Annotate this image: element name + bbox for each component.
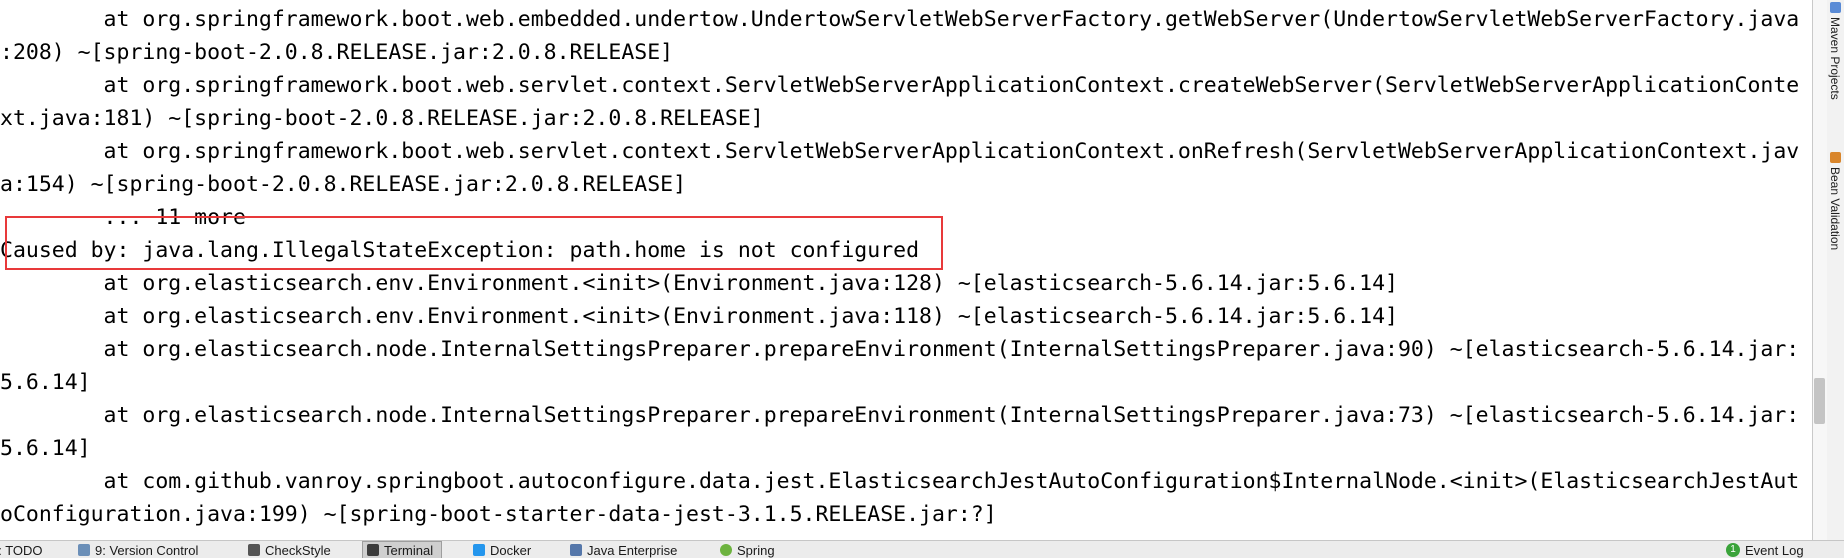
log-line: at org.springframework.boot.web.servlet.…	[0, 139, 1800, 164]
bottom-tool-window-bar: 6: TODO 9: Version Control CheckStyle Te…	[0, 540, 1844, 558]
log-lines: at org.springframework.boot.web.embedded…	[0, 3, 1799, 531]
maven-projects-tab[interactable]: Maven Projects	[1826, 2, 1844, 100]
terminal-label: Terminal	[384, 542, 434, 558]
todo-tab[interactable]: 6: TODO	[0, 541, 43, 558]
spring-tab[interactable]: Spring	[720, 541, 775, 558]
log-line: at com.github.vanroy.springboot.autoconf…	[0, 469, 1800, 494]
docker-label: Docker	[490, 542, 532, 558]
docker-icon	[473, 544, 485, 556]
event-log-label: Event Log	[1745, 542, 1804, 558]
log-line: at org.springframework.boot.web.embedded…	[0, 7, 1800, 32]
log-line: at org.elasticsearch.node.InternalSettin…	[0, 403, 1800, 428]
java-enterprise-tab[interactable]: Java Enterprise	[570, 541, 677, 558]
console-output[interactable]: at org.springframework.boot.web.embedded…	[0, 0, 1812, 540]
todo-label: 6: TODO	[0, 542, 43, 558]
event-log-badge: 1	[1726, 543, 1740, 557]
version-control-icon	[78, 544, 90, 556]
log-line: a:154) ~[spring-boot-2.0.8.RELEASE.jar:2…	[0, 172, 687, 197]
log-line: oConfiguration.java:199) ~[spring-boot-s…	[0, 502, 997, 527]
bean-validation-tab[interactable]: Bean Validation	[1826, 152, 1844, 250]
log-line: at org.elasticsearch.env.Environment.<in…	[0, 271, 1398, 296]
checkstyle-label: CheckStyle	[265, 542, 331, 558]
maven-projects-label: Maven Projects	[1828, 17, 1842, 100]
log-line: :208) ~[spring-boot-2.0.8.RELEASE.jar:2.…	[0, 40, 674, 65]
spring-icon	[720, 544, 732, 556]
terminal-icon	[367, 544, 379, 556]
log-line: at org.elasticsearch.node.InternalSettin…	[0, 337, 1800, 362]
bean-validation-label: Bean Validation	[1828, 167, 1842, 251]
ide-window: at org.springframework.boot.web.embedded…	[0, 0, 1844, 558]
version-control-tab[interactable]: 9: Version Control	[78, 541, 198, 558]
terminal-tab[interactable]: Terminal	[362, 541, 443, 558]
version-control-label: 9: Version Control	[95, 542, 199, 558]
log-line: at org.elasticsearch.env.Environment.<in…	[0, 304, 1398, 329]
spring-label: Spring	[737, 542, 775, 558]
log-line: at org.springframework.boot.web.servlet.…	[0, 73, 1800, 98]
scrollbar-thumb[interactable]	[1814, 378, 1825, 424]
java-enterprise-icon	[570, 544, 582, 556]
event-log-tab[interactable]: 1 Event Log	[1726, 541, 1804, 558]
log-line: 5.6.14]	[0, 370, 91, 395]
checkstyle-tab[interactable]: CheckStyle	[248, 541, 331, 558]
vertical-scrollbar[interactable]	[1813, 0, 1827, 540]
log-line: 5.6.14]	[0, 436, 91, 461]
log-line: ... 11 more	[0, 205, 246, 230]
maven-icon	[1829, 2, 1841, 13]
checkstyle-icon	[248, 544, 260, 556]
log-line: xt.java:181) ~[spring-boot-2.0.8.RELEASE…	[0, 106, 764, 131]
caused-by-line: Caused by: java.lang.IllegalStateExcepti…	[0, 238, 920, 263]
java-enterprise-label: Java Enterprise	[587, 542, 678, 558]
bean-validation-icon	[1829, 152, 1841, 163]
docker-tab[interactable]: Docker	[473, 541, 531, 558]
